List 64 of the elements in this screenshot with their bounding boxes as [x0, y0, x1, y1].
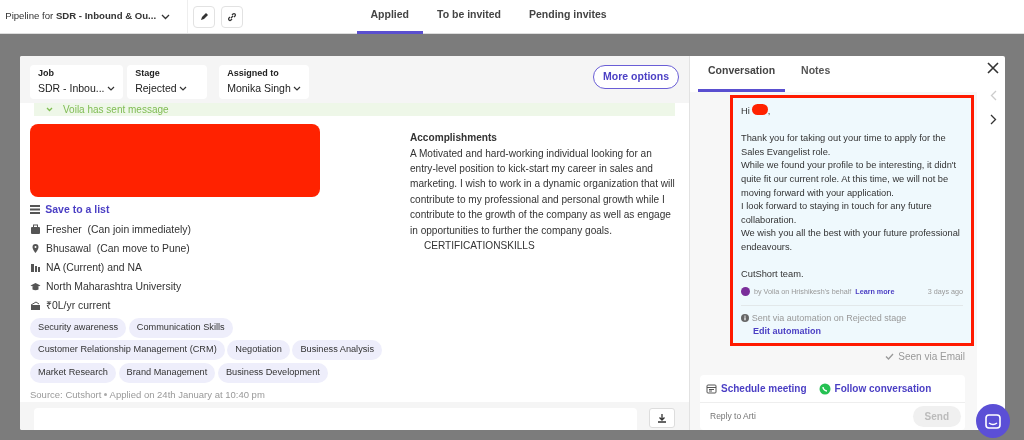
source-text: Source: Cutshort: [30, 387, 102, 402]
section-title: Accomplishments: [409, 131, 498, 146]
fact-text: NA (Current) and NA: [46, 260, 142, 275]
calendar-icon: [706, 383, 717, 394]
skill-tag: Brand Management: [118, 362, 216, 383]
message-body: Thank you for taking out your time to apply for the Sales Evangelist role. While we found your profile to be interesting, it didn't quite fit our current role. At this time, we will not be moving forward with your application. I look forward to staying in touch for any future collaboration. We wish you all the best with your future professional endeavours.: [741, 132, 961, 254]
fact-text: Fresher (Can join immediately): [46, 222, 191, 237]
skill-tag: Market Research: [30, 362, 116, 383]
buildings-icon: [30, 262, 41, 274]
skill-tag: Security awareness: [30, 317, 127, 338]
accomplishments-text: A Motivated and hard-working individual looking for an entry-level position to kick-start my career in sales and marketing. I wish to work in a dynamic organization that will contribute to my professional and personal growth while I contribute to the growth of the company as well as engage in opportunities to further the company goals.: [409, 146, 676, 238]
dot-separator: [103, 393, 107, 397]
download-icon: [657, 413, 667, 423]
dropdown-field[interactable]: Job SDR - Inbou...: [30, 65, 124, 100]
list-icon: [30, 205, 40, 215]
applied-date: Applied on 24th January at 10:40 pm: [109, 387, 265, 402]
chevron-down-icon: [107, 85, 116, 91]
save-to-list-link[interactable]: Save to a list: [45, 201, 110, 218]
check-icon: [885, 352, 895, 360]
follow-conversation-link[interactable]: Follow conversation: [818, 381, 932, 396]
fact-text: Bhusawal (Can move to Pune): [46, 241, 190, 256]
chat-button[interactable]: [976, 404, 1010, 438]
more-options-button[interactable]: More options: [593, 65, 679, 89]
skill-tag: Business Analysis: [292, 340, 382, 361]
panel-tab[interactable]: Notes: [791, 63, 841, 92]
chevron-down-icon: [179, 85, 188, 91]
panel-tab[interactable]: Conversation: [698, 63, 786, 92]
greeting-text: Hi ,: [741, 104, 772, 118]
briefcase-icon: [30, 224, 41, 236]
chevron-down-icon[interactable]: [161, 13, 171, 20]
edit-button[interactable]: [193, 5, 216, 28]
link-button[interactable]: [220, 5, 243, 28]
certifications-text: CERTIFICATIONSKILLS: [422, 239, 536, 254]
location-pin-icon: [30, 243, 41, 255]
skill-tag: Negotiation: [227, 340, 290, 361]
skill-tag: Business Development: [217, 362, 328, 383]
chevron-down-icon: [293, 85, 302, 91]
skill-tag: Communication Skills: [128, 317, 233, 338]
chevron-left-icon: [989, 89, 997, 101]
wallet-icon: [30, 300, 41, 312]
info-icon: [741, 314, 749, 323]
nav-tab[interactable]: To be invited: [423, 0, 515, 34]
download-button[interactable]: [649, 408, 675, 428]
edit-automation-link[interactable]: Edit automation: [753, 325, 821, 339]
automation-note: Sent via automation on Rejected stage: [751, 311, 907, 325]
dropdown-field[interactable]: Stage Rejected: [127, 65, 208, 100]
link-icon: [226, 11, 237, 22]
avatar-icon: [741, 287, 750, 296]
close-icon[interactable]: [987, 60, 999, 76]
chevron-down-icon: [46, 107, 53, 113]
fact-text: North Maharashtra University: [46, 279, 182, 294]
pipeline-title: Pipeline for SDR - Inbound & Ou...: [5, 9, 157, 24]
signature-text: CutShort team.: [741, 268, 805, 282]
graduation-cap-icon: [30, 281, 41, 293]
chevron-right-icon: [989, 113, 997, 125]
pencil-icon: [199, 11, 210, 22]
seen-status: Seen via Email: [898, 349, 965, 364]
nav-tab[interactable]: Pending invites: [515, 0, 621, 34]
chat-icon: [985, 413, 1001, 429]
skill-tag: Customer Relationship Management (CRM): [30, 340, 225, 361]
dropdown-field[interactable]: Assigned to Monika Singh: [219, 65, 310, 100]
fact-text: ₹0L/yr current: [46, 298, 111, 313]
notice-bar: Voila has sent message: [34, 103, 675, 117]
schedule-meeting-link[interactable]: Schedule meeting: [706, 381, 807, 396]
